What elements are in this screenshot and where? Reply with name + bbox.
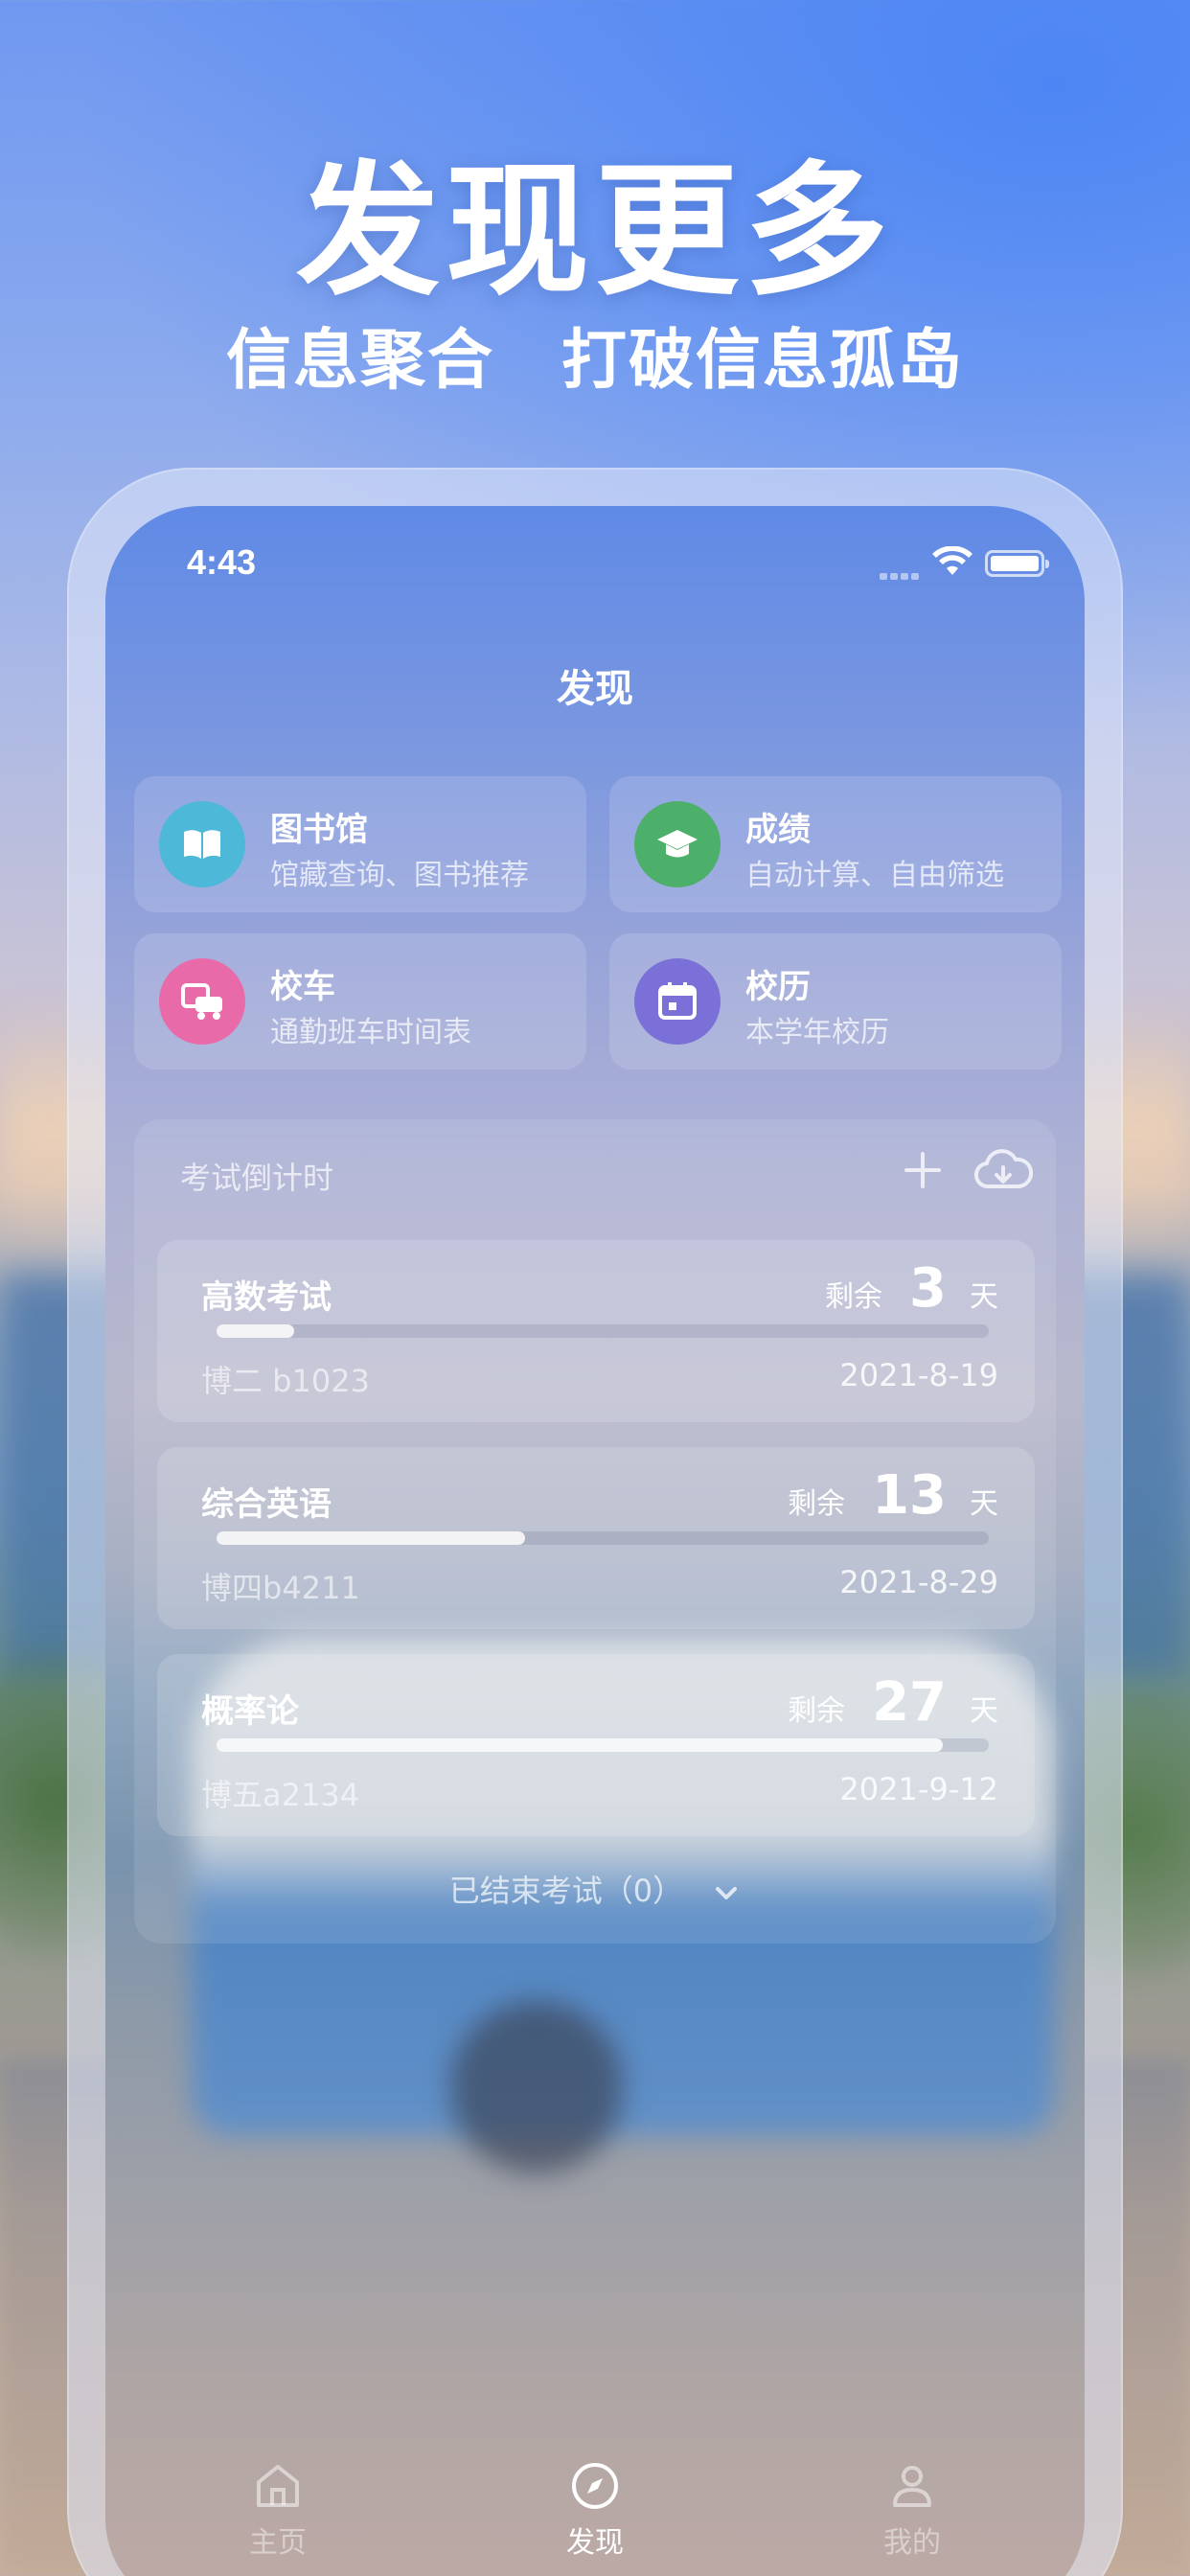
remaining-label: 剩余: [788, 1487, 846, 1521]
page-title: 发现: [557, 667, 633, 711]
cloud-download-icon[interactable]: [973, 1148, 1033, 1194]
remaining-days-number: 27: [872, 1671, 947, 1734]
remaining-days: 剩余 13 天: [788, 1464, 998, 1527]
user-icon: [893, 2466, 931, 2507]
progress-track: [217, 1531, 989, 1545]
tab-label: 我的: [883, 2526, 941, 2560]
remaining-days-number: 3: [909, 1257, 947, 1320]
feature-title: 校历: [745, 968, 811, 1006]
chevron-down-icon: [716, 1887, 738, 1899]
remaining-days: 剩余 3 天: [825, 1257, 998, 1320]
exam-name: 概率论: [201, 1692, 299, 1731]
remaining-days-unit: 天: [970, 1487, 998, 1521]
exam-countdown-panel: 考试倒计时 高数考试 剩余 3 天 博二 b1023 2021-8-19 综合英…: [134, 1119, 1056, 1944]
feature-subtitle: 通勤班车时间表: [270, 1016, 471, 1049]
tab-label: 发现: [566, 2526, 624, 2560]
exam-card[interactable]: 概率论 剩余 27 天 博五a2134 2021-9-12: [157, 1654, 1035, 1836]
blurred-wheel: [450, 2001, 623, 2174]
calendar-icon: [634, 958, 721, 1045]
progress-fill: [217, 1531, 526, 1545]
progress-fill: [217, 1324, 294, 1338]
remaining-days-unit: 天: [970, 1280, 998, 1314]
progress-track: [217, 1738, 989, 1752]
exam-date: 2021-8-29: [839, 1564, 998, 1600]
progress-track: [217, 1324, 989, 1338]
exam-card[interactable]: 高数考试 剩余 3 天 博二 b1023 2021-8-19: [157, 1240, 1035, 1422]
feature-title: 校车: [270, 968, 335, 1006]
compass-icon: [572, 2463, 618, 2509]
promo-headline: 发现更多: [295, 147, 894, 315]
tab-bar: 主页 发现 我的: [105, 2423, 1085, 2576]
feature-subtitle: 馆藏查询、图书推荐: [270, 859, 529, 892]
feature-card-library[interactable]: 图书馆 馆藏查询、图书推荐: [134, 776, 586, 912]
remaining-label: 剩余: [788, 1694, 846, 1728]
status-bar: 4:43: [105, 506, 1085, 611]
status-time: 4:43: [187, 542, 257, 582]
promo-subline: 信息聚合 打破信息孤岛: [225, 322, 964, 399]
home-icon: [257, 2465, 299, 2507]
battery-icon: [985, 550, 1049, 577]
graduation-cap-icon: [634, 801, 721, 887]
remaining-days-unit: 天: [970, 1694, 998, 1728]
remaining-days: 剩余 27 天: [788, 1671, 998, 1734]
exam-room: 博五a2134: [201, 1777, 360, 1813]
exam-name: 综合英语: [201, 1485, 332, 1524]
progress-fill: [217, 1738, 943, 1752]
tab-me[interactable]: 我的: [835, 2459, 989, 2561]
exam-date: 2021-8-19: [839, 1357, 998, 1393]
tab-discover[interactable]: 发现: [518, 2459, 672, 2561]
bus-icon: [159, 958, 245, 1045]
add-icon[interactable]: [901, 1148, 945, 1192]
tab-home[interactable]: 主页: [201, 2459, 355, 2561]
remaining-days-number: 13: [872, 1464, 947, 1527]
feature-card-bus[interactable]: 校车 通勤班车时间表: [134, 933, 586, 1070]
feature-title: 成绩: [745, 811, 811, 849]
tab-label: 主页: [249, 2526, 307, 2560]
exam-card[interactable]: 综合英语 剩余 13 天 博四b4211 2021-8-29: [157, 1447, 1035, 1629]
ended-exams-toggle[interactable]: 已结束考试（0）: [105, 1867, 1085, 1911]
feature-subtitle: 本学年校历: [745, 1016, 889, 1049]
feature-card-grades[interactable]: 成绩 自动计算、自由筛选: [609, 776, 1062, 912]
exam-date: 2021-9-12: [839, 1771, 998, 1807]
signal-icon: [880, 565, 926, 580]
remaining-label: 剩余: [825, 1280, 883, 1314]
ended-exams-label: 已结束考试（0）: [448, 1873, 684, 1909]
exam-name: 高数考试: [201, 1278, 332, 1317]
feature-card-calendar[interactable]: 校历 本学年校历: [609, 933, 1062, 1070]
wifi-icon: [932, 546, 973, 575]
feature-title: 图书馆: [270, 811, 368, 849]
feature-subtitle: 自动计算、自由筛选: [745, 859, 1004, 892]
exam-room: 博四b4211: [201, 1570, 360, 1606]
exam-room: 博二 b1023: [201, 1363, 370, 1399]
phone-screen: 4:43 发现 图书馆 馆藏查询、图书推荐 成绩 自动计算、自由筛选 校车 通勤…: [105, 506, 1085, 2576]
exam-countdown-title: 考试倒计时: [180, 1160, 334, 1196]
book-icon: [159, 801, 245, 887]
